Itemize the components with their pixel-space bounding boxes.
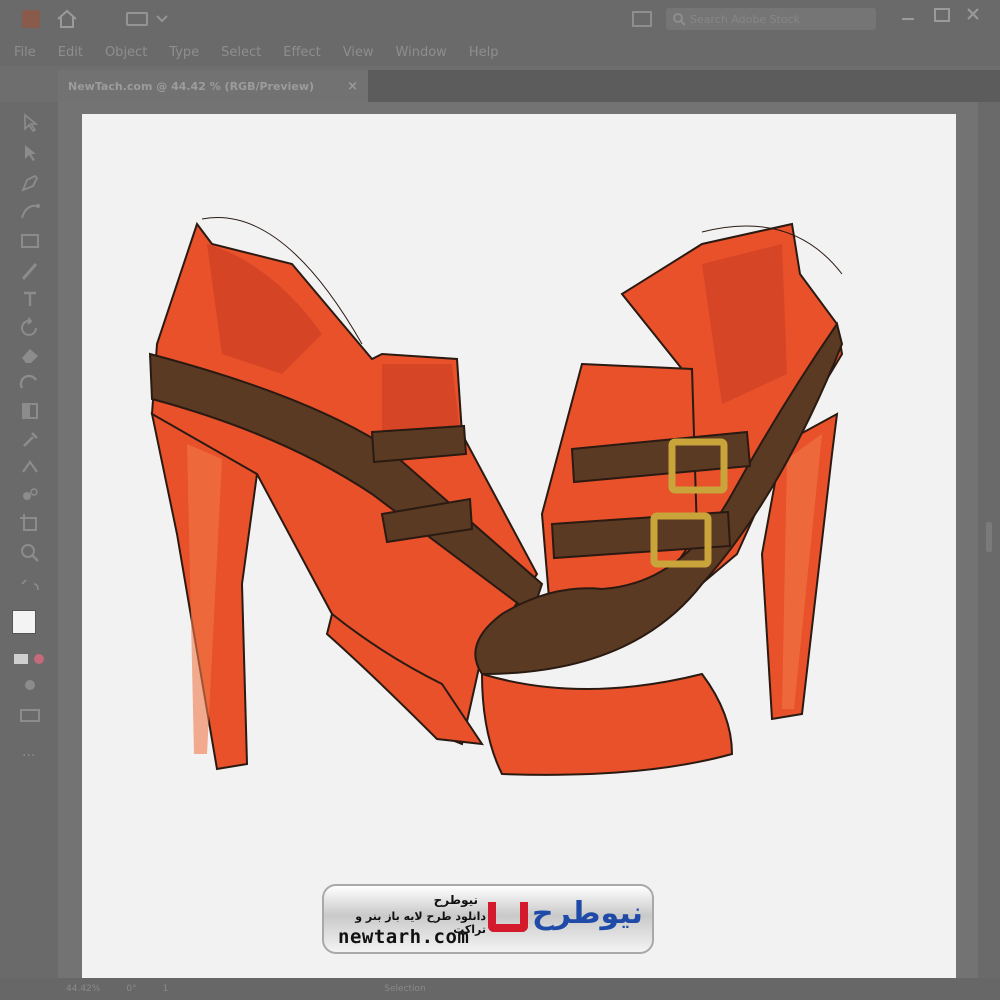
- more-tools-icon[interactable]: ···: [22, 748, 35, 764]
- zoom-tool-icon[interactable]: [18, 542, 42, 564]
- artboard-tool-icon[interactable]: [18, 512, 42, 534]
- watermark-title: نیوطرح: [433, 893, 478, 907]
- menu-select[interactable]: Select: [221, 45, 261, 60]
- symbol-sprayer-tool-icon[interactable]: [18, 484, 42, 506]
- menu-effect[interactable]: Effect: [283, 45, 320, 60]
- right-panel-strip: [978, 102, 1000, 980]
- right-shoe-platform: [480, 672, 734, 776]
- search-placeholder: Search Adobe Stock: [690, 12, 801, 26]
- menu-bar: File Edit Object Type Select Effect View…: [0, 38, 1000, 66]
- color-mode-icon[interactable]: [14, 654, 28, 664]
- maximize-button[interactable]: [934, 8, 950, 22]
- minimize-button[interactable]: [902, 18, 914, 20]
- rotate-tool-icon[interactable]: [18, 316, 42, 338]
- search-input[interactable]: Search Adobe Stock: [666, 8, 876, 30]
- document-tab[interactable]: NewTach.com @ 44.42 % (RGB/Preview) ×: [58, 70, 368, 102]
- none-mode-icon[interactable]: [34, 654, 44, 664]
- tools-panel: ···: [0, 102, 58, 982]
- rotation-value[interactable]: 0°: [126, 984, 136, 994]
- menu-view[interactable]: View: [343, 45, 374, 60]
- document-tab-title: NewTach.com @ 44.42 % (RGB/Preview): [68, 79, 315, 93]
- draw-mode-icon[interactable]: [18, 674, 42, 696]
- type-tool-icon[interactable]: [18, 288, 42, 310]
- current-tool: Selection: [384, 984, 426, 994]
- rectangle-tool-icon[interactable]: [18, 230, 42, 252]
- curvature-tool-icon[interactable]: [18, 200, 42, 222]
- selection-tool-icon[interactable]: [18, 112, 42, 134]
- chevron-down-icon[interactable]: [156, 14, 168, 24]
- eyedropper-tool-icon[interactable]: [18, 428, 42, 450]
- menu-help[interactable]: Help: [469, 45, 499, 60]
- watermark-logo-mark: [488, 902, 528, 932]
- top-app-bar: Search Adobe Stock: [0, 0, 1000, 38]
- panel-collapse-handle[interactable]: [986, 522, 992, 552]
- arrange-documents-icon[interactable]: [632, 11, 652, 27]
- artboard[interactable]: [82, 114, 956, 978]
- scale-tool-icon[interactable]: [18, 372, 42, 394]
- shoes-illustration: [148, 217, 844, 776]
- paintbrush-tool-icon[interactable]: [18, 260, 42, 282]
- search-icon: [673, 13, 686, 26]
- blend-tool-icon[interactable]: [18, 456, 42, 478]
- artboard-number[interactable]: 1: [163, 984, 169, 994]
- document-tab-bar: NewTach.com @ 44.42 % (RGB/Preview) ×: [58, 70, 1000, 102]
- watermark-logo: نیوطرح: [488, 894, 648, 946]
- watermark-logo-text: نیوطرح: [532, 896, 643, 931]
- menu-object[interactable]: Object: [105, 45, 147, 60]
- screen-mode-icon[interactable]: [18, 704, 42, 726]
- menu-type[interactable]: Type: [169, 45, 199, 60]
- menu-window[interactable]: Window: [396, 45, 447, 60]
- status-bar: 44.42% 0° 1 Selection: [0, 978, 1000, 1000]
- menu-file[interactable]: File: [14, 45, 36, 60]
- home-icon[interactable]: [56, 9, 78, 29]
- watermark-site: newtarh.com: [338, 926, 470, 948]
- pen-tool-icon[interactable]: [18, 172, 42, 194]
- shape-builder-tool-icon[interactable]: [18, 400, 42, 422]
- fill-swatch[interactable]: [12, 610, 36, 634]
- menu-edit[interactable]: Edit: [58, 45, 83, 60]
- close-tab-icon[interactable]: ×: [347, 79, 358, 94]
- close-window-button[interactable]: [966, 7, 980, 21]
- eraser-tool-icon[interactable]: [18, 344, 42, 366]
- swap-fill-stroke-icon[interactable]: [18, 576, 42, 598]
- workspace-switcher-icon[interactable]: [126, 12, 148, 26]
- app-logo: [22, 10, 40, 28]
- direct-selection-tool-icon[interactable]: [18, 142, 42, 164]
- zoom-level[interactable]: 44.42%: [66, 984, 100, 994]
